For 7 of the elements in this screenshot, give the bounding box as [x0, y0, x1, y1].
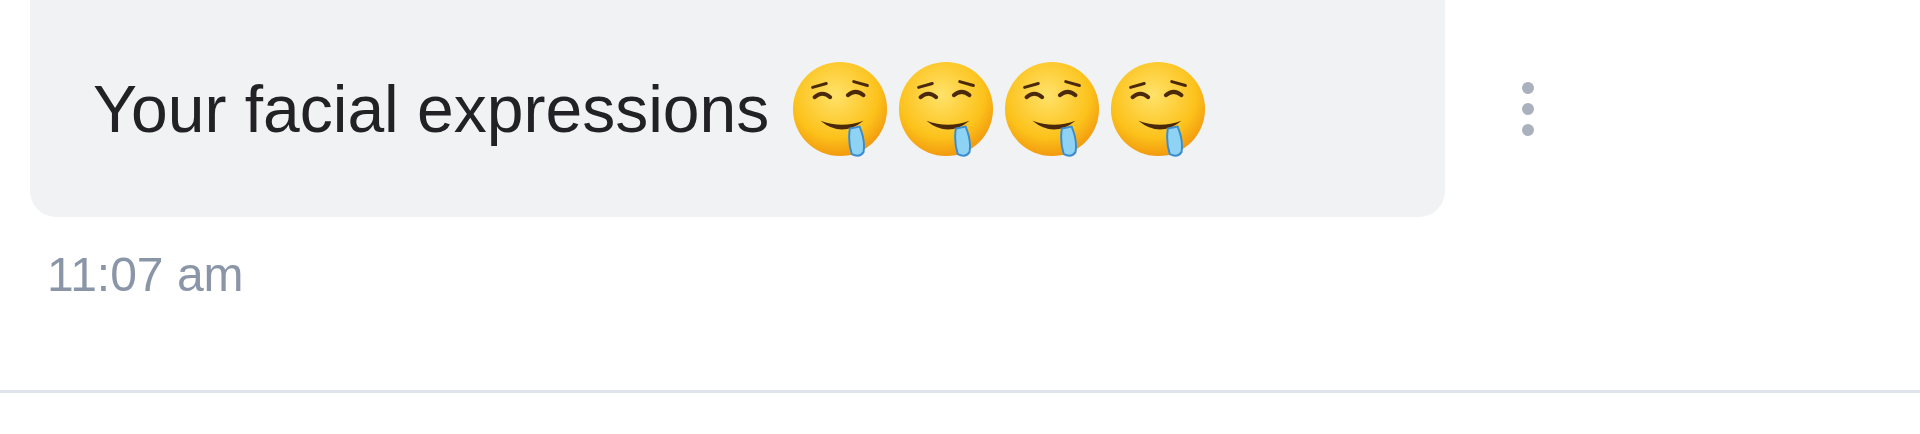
drooling-face-icon [1109, 59, 1208, 158]
drooling-face-icon [1003, 59, 1102, 158]
message-text: Your facial expressions [93, 70, 770, 147]
drooling-face-icon [897, 59, 996, 158]
more-options-icon[interactable] [1521, 80, 1535, 137]
message-time: 11:07 am [47, 247, 245, 302]
drooling-face-icon [791, 59, 890, 158]
